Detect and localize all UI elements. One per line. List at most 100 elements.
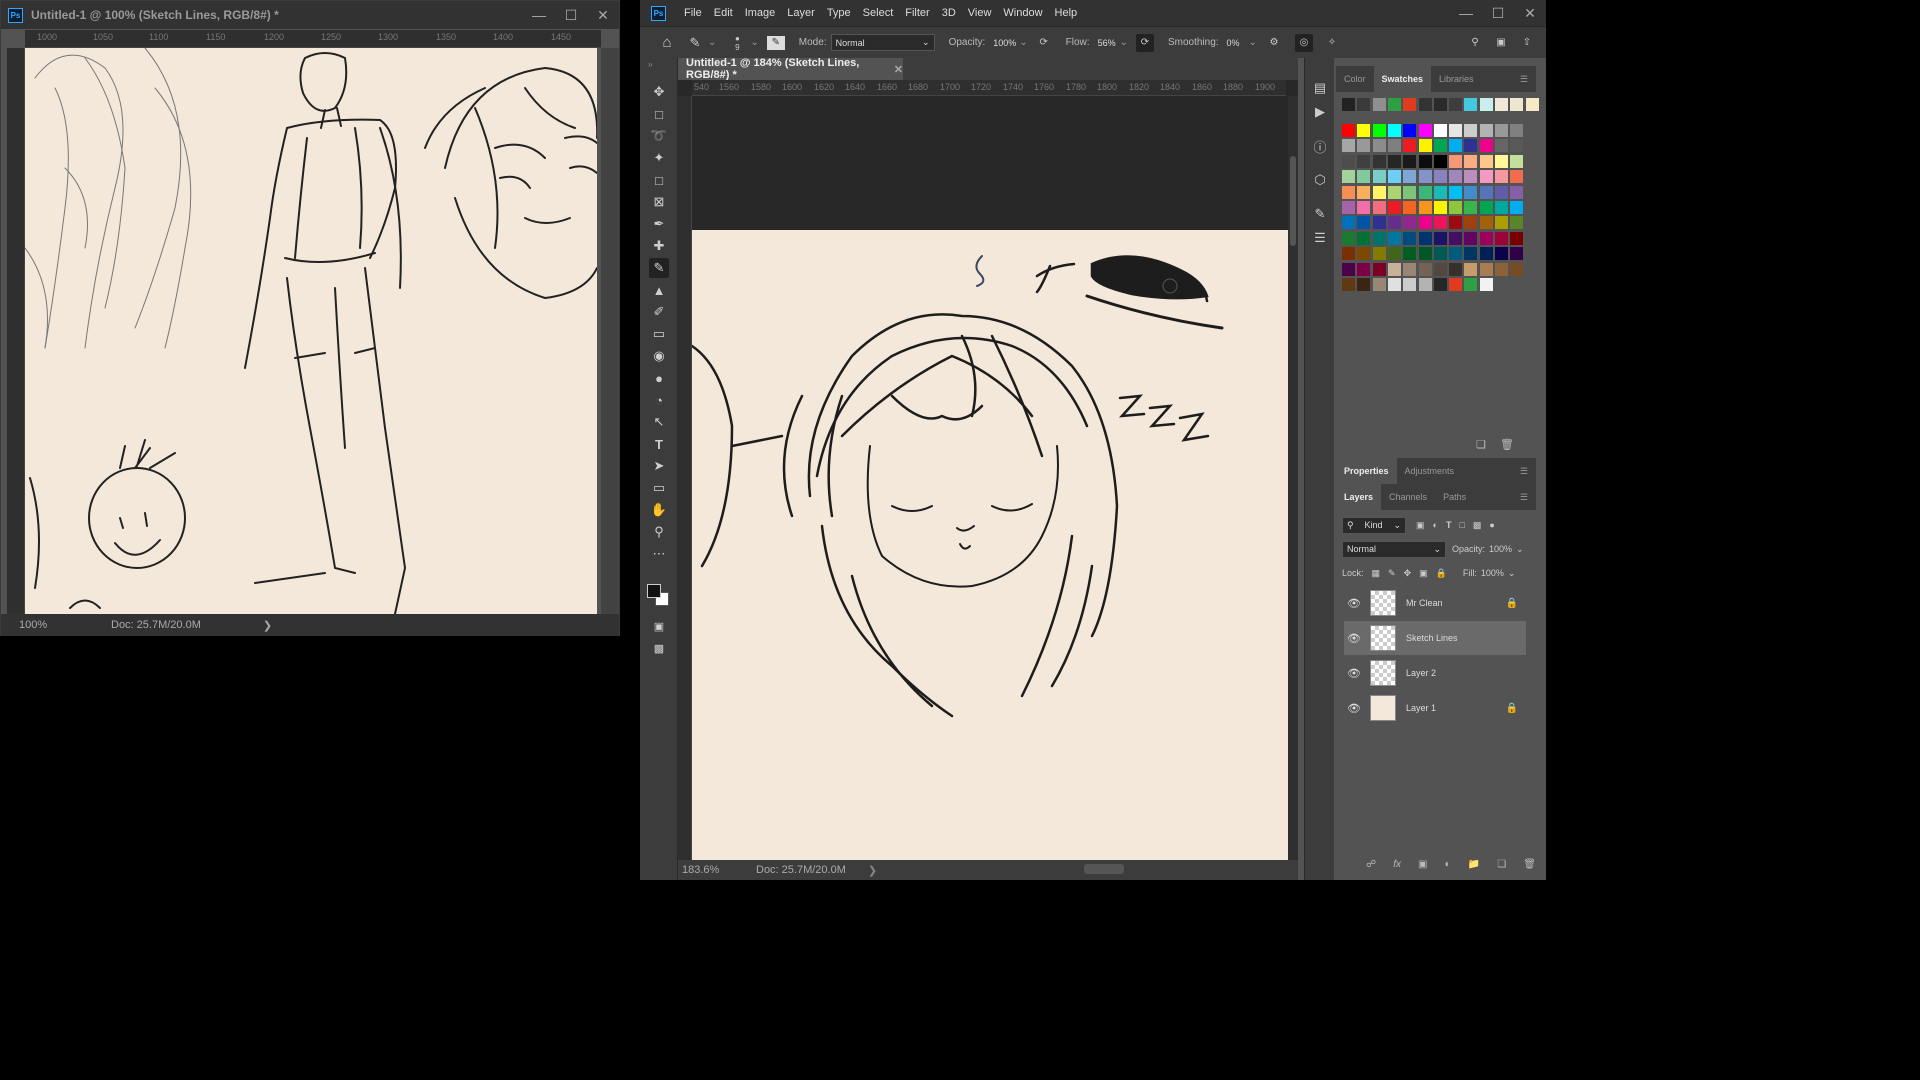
recent-swatch[interactable]	[1342, 98, 1355, 111]
gear-icon[interactable]: ⚙	[1265, 37, 1283, 48]
color-swatch[interactable]	[1418, 278, 1432, 291]
pen-tool-icon[interactable]: ↖	[649, 412, 669, 432]
color-swatch[interactable]	[1342, 262, 1355, 276]
search-icon[interactable]: ⚲	[1466, 37, 1484, 48]
color-swatch[interactable]	[1433, 231, 1447, 245]
menu-type[interactable]: Type	[821, 7, 857, 19]
color-swatch[interactable]	[1372, 170, 1386, 184]
scroll-thumb[interactable]	[1290, 156, 1296, 246]
color-swatch[interactable]	[1495, 170, 1508, 184]
color-swatch[interactable]	[1449, 124, 1463, 137]
color-swatch[interactable]	[1357, 124, 1371, 137]
smart-object-filter-icon[interactable]: ▩	[1473, 520, 1482, 531]
color-swatch[interactable]	[1449, 216, 1463, 230]
lock-paint-icon[interactable]: ✎	[1388, 568, 1396, 579]
color-swatch[interactable]	[1464, 124, 1478, 137]
color-swatch[interactable]	[1403, 278, 1417, 291]
color-swatch[interactable]	[1495, 201, 1508, 214]
color-swatch[interactable]	[1464, 170, 1478, 184]
pressure-opacity-icon[interactable]: ⟳	[1036, 37, 1052, 48]
chevron-right-icon[interactable]: ❯	[263, 619, 272, 632]
menu-filter[interactable]: Filter	[899, 7, 935, 19]
kind-filter-select[interactable]: ⚲ Kind ⌄	[1342, 516, 1406, 534]
color-swatch[interactable]	[1403, 231, 1417, 245]
opacity-input[interactable]: 100%	[989, 34, 1019, 51]
type-tool-icon[interactable]: T	[649, 434, 669, 454]
color-swatch[interactable]	[1464, 262, 1478, 276]
info-icon[interactable]: ⓘ	[1312, 138, 1328, 155]
color-swatch[interactable]	[1418, 170, 1432, 184]
recent-swatch[interactable]	[1418, 98, 1432, 111]
workspace-icon[interactable]: ▣	[1490, 37, 1512, 48]
color-swatch[interactable]	[1510, 216, 1524, 230]
recent-swatch[interactable]	[1403, 98, 1417, 111]
rectangle-tool-icon[interactable]: ▭	[649, 478, 669, 498]
color-swatch[interactable]	[1357, 278, 1371, 291]
color-swatch[interactable]	[1357, 247, 1371, 261]
color-swatch[interactable]	[1342, 201, 1355, 214]
color-swatch[interactable]	[1479, 201, 1493, 214]
foreground-color-swatch[interactable]	[647, 584, 661, 598]
color-swatch[interactable]	[1510, 201, 1524, 214]
color-swatch[interactable]	[1464, 201, 1478, 214]
color-swatch[interactable]	[1357, 139, 1371, 153]
color-swatch[interactable]	[1418, 185, 1432, 199]
color-swatch[interactable]	[1479, 139, 1493, 153]
color-swatch[interactable]	[1372, 124, 1386, 137]
color-swatch[interactable]	[1403, 139, 1417, 153]
pressure-size-icon[interactable]: ◎	[1294, 33, 1313, 52]
color-swatch[interactable]	[1479, 124, 1493, 137]
sketch-canvas-primary[interactable]	[25, 48, 597, 614]
eye-icon[interactable]: 👁	[1344, 702, 1364, 715]
color-swatch[interactable]	[1403, 170, 1417, 184]
color-swatch[interactable]	[1479, 247, 1493, 261]
maximize-icon[interactable]: ☐	[1482, 5, 1514, 22]
chevron-down-icon[interactable]: ⌄	[1516, 544, 1524, 555]
history-icon[interactable]: ▤	[1312, 80, 1328, 96]
color-swatch[interactable]	[1387, 124, 1401, 137]
recent-swatch[interactable]	[1525, 98, 1539, 111]
mask-icon[interactable]: ▣	[1418, 859, 1427, 870]
color-swatch[interactable]	[1403, 216, 1417, 230]
color-swatch[interactable]	[1433, 262, 1447, 276]
color-swatch[interactable]	[1464, 154, 1478, 168]
link-icon[interactable]: ☍	[1366, 859, 1376, 870]
color-swatch[interactable]	[1387, 262, 1401, 276]
color-swatch[interactable]	[1449, 247, 1463, 261]
color-swatch[interactable]	[1449, 201, 1463, 214]
menu-edit[interactable]: Edit	[708, 7, 739, 19]
color-swatch[interactable]	[1510, 247, 1524, 261]
color-swatch[interactable]	[1479, 185, 1493, 199]
brush-tool-preset-icon[interactable]: ✎	[682, 35, 708, 51]
quick-mask-icon[interactable]: ▣	[649, 616, 669, 636]
type-filter-icon[interactable]: T	[1446, 520, 1452, 530]
flow-input[interactable]: 56%	[1094, 34, 1120, 51]
color-swatch[interactable]	[1495, 185, 1508, 199]
trash-icon[interactable]: 🗑	[1523, 859, 1536, 870]
color-swatch[interactable]	[1495, 216, 1508, 230]
minimize-icon[interactable]: —	[523, 7, 555, 24]
recent-swatch[interactable]	[1495, 98, 1508, 111]
image-filter-icon[interactable]: ▣	[1416, 520, 1425, 531]
color-swatch[interactable]	[1418, 154, 1432, 168]
color-swatch[interactable]	[1357, 231, 1371, 245]
brush-size-picker[interactable]: ● 9	[724, 34, 750, 52]
chevron-down-icon[interactable]: ⌄	[708, 37, 716, 48]
color-swatch[interactable]	[1357, 262, 1371, 276]
fill-input[interactable]: 100%	[1481, 568, 1504, 578]
eye-icon[interactable]: 👁	[1344, 597, 1364, 610]
canvas-area[interactable]: 540 1560 1580 1600 1620 1640 1660 1680 1…	[678, 80, 1298, 860]
fx-icon[interactable]: fx	[1393, 859, 1401, 870]
color-swatch[interactable]	[1403, 262, 1417, 276]
color-swatch[interactable]	[1372, 247, 1386, 261]
color-swatch[interactable]	[1510, 139, 1524, 153]
tab-swatches[interactable]: Swatches	[1373, 66, 1432, 92]
panel-menu-icon[interactable]: ☰	[1512, 484, 1536, 510]
color-swatch[interactable]	[1387, 185, 1401, 199]
new-layer-icon[interactable]: ❏	[1497, 859, 1506, 870]
dodge-tool-icon[interactable]: ◔	[649, 390, 669, 410]
lock-transparent-icon[interactable]: ▦	[1372, 568, 1381, 579]
tab-channels[interactable]: Channels	[1381, 484, 1435, 510]
home-icon[interactable]: ⌂	[652, 34, 682, 51]
tab-libraries[interactable]: Libraries	[1431, 66, 1482, 92]
